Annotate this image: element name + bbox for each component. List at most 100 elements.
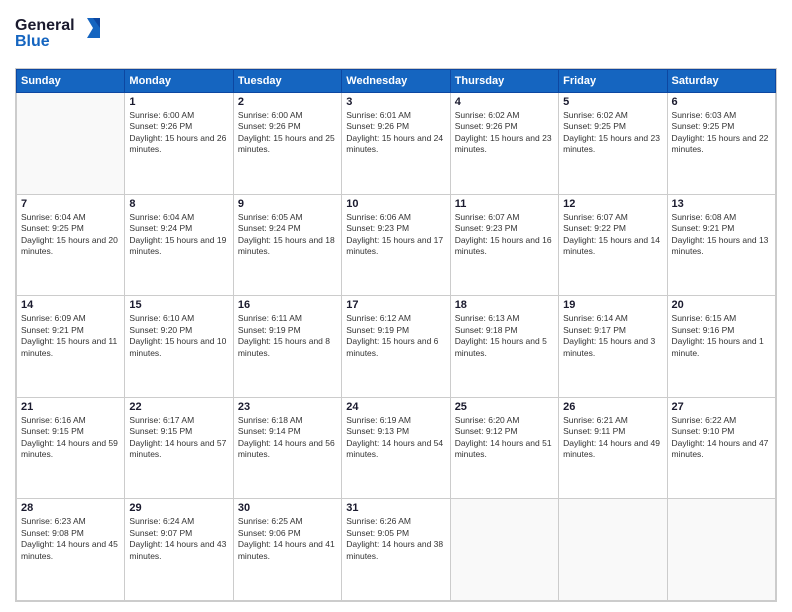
calendar-week-row: 21 Sunrise: 6:16 AMSunset: 9:15 PMDaylig…: [17, 397, 776, 499]
calendar-day: 7 Sunrise: 6:04 AMSunset: 9:25 PMDayligh…: [17, 194, 125, 296]
day-info: Sunrise: 6:11 AMSunset: 9:19 PMDaylight:…: [238, 313, 337, 359]
calendar-day: 25 Sunrise: 6:20 AMSunset: 9:12 PMDaylig…: [450, 397, 558, 499]
day-info: Sunrise: 6:07 AMSunset: 9:23 PMDaylight:…: [455, 212, 554, 258]
day-info: Sunrise: 6:25 AMSunset: 9:06 PMDaylight:…: [238, 516, 337, 562]
day-number: 3: [346, 96, 445, 108]
day-number: 1: [129, 96, 228, 108]
day-info: Sunrise: 6:24 AMSunset: 9:07 PMDaylight:…: [129, 516, 228, 562]
day-info: Sunrise: 6:00 AMSunset: 9:26 PMDaylight:…: [238, 110, 337, 156]
day-number: 13: [672, 198, 771, 210]
header-monday: Monday: [125, 70, 233, 93]
day-info: Sunrise: 6:22 AMSunset: 9:10 PMDaylight:…: [672, 415, 771, 461]
calendar-day: 1 Sunrise: 6:00 AMSunset: 9:26 PMDayligh…: [125, 93, 233, 195]
day-number: 2: [238, 96, 337, 108]
calendar-day: 18 Sunrise: 6:13 AMSunset: 9:18 PMDaylig…: [450, 296, 558, 398]
day-number: 22: [129, 401, 228, 413]
day-number: 15: [129, 299, 228, 311]
day-info: Sunrise: 6:20 AMSunset: 9:12 PMDaylight:…: [455, 415, 554, 461]
day-number: 5: [563, 96, 662, 108]
calendar-empty: [450, 499, 558, 601]
weekday-header-row: Sunday Monday Tuesday Wednesday Thursday…: [17, 70, 776, 93]
calendar-day: 26 Sunrise: 6:21 AMSunset: 9:11 PMDaylig…: [559, 397, 667, 499]
day-info: Sunrise: 6:19 AMSunset: 9:13 PMDaylight:…: [346, 415, 445, 461]
calendar-day: 3 Sunrise: 6:01 AMSunset: 9:26 PMDayligh…: [342, 93, 450, 195]
calendar-empty: [559, 499, 667, 601]
calendar-day: 28 Sunrise: 6:23 AMSunset: 9:08 PMDaylig…: [17, 499, 125, 601]
header: General Blue: [15, 10, 777, 60]
day-info: Sunrise: 6:04 AMSunset: 9:24 PMDaylight:…: [129, 212, 228, 258]
day-number: 21: [21, 401, 120, 413]
calendar-day: 30 Sunrise: 6:25 AMSunset: 9:06 PMDaylig…: [233, 499, 341, 601]
day-number: 17: [346, 299, 445, 311]
calendar-week-row: 28 Sunrise: 6:23 AMSunset: 9:08 PMDaylig…: [17, 499, 776, 601]
header-tuesday: Tuesday: [233, 70, 341, 93]
svg-text:General: General: [15, 17, 75, 34]
calendar-day: 12 Sunrise: 6:07 AMSunset: 9:22 PMDaylig…: [559, 194, 667, 296]
day-number: 19: [563, 299, 662, 311]
day-info: Sunrise: 6:02 AMSunset: 9:26 PMDaylight:…: [455, 110, 554, 156]
day-number: 7: [21, 198, 120, 210]
calendar-empty: [17, 93, 125, 195]
day-number: 6: [672, 96, 771, 108]
calendar-week-row: 7 Sunrise: 6:04 AMSunset: 9:25 PMDayligh…: [17, 194, 776, 296]
calendar-day: 20 Sunrise: 6:15 AMSunset: 9:16 PMDaylig…: [667, 296, 775, 398]
day-info: Sunrise: 6:13 AMSunset: 9:18 PMDaylight:…: [455, 313, 554, 359]
day-number: 9: [238, 198, 337, 210]
header-thursday: Thursday: [450, 70, 558, 93]
calendar-day: 29 Sunrise: 6:24 AMSunset: 9:07 PMDaylig…: [125, 499, 233, 601]
day-number: 18: [455, 299, 554, 311]
calendar-day: 16 Sunrise: 6:11 AMSunset: 9:19 PMDaylig…: [233, 296, 341, 398]
svg-text:Blue: Blue: [15, 33, 50, 50]
day-info: Sunrise: 6:05 AMSunset: 9:24 PMDaylight:…: [238, 212, 337, 258]
header-sunday: Sunday: [17, 70, 125, 93]
day-info: Sunrise: 6:16 AMSunset: 9:15 PMDaylight:…: [21, 415, 120, 461]
calendar-day: 4 Sunrise: 6:02 AMSunset: 9:26 PMDayligh…: [450, 93, 558, 195]
day-number: 16: [238, 299, 337, 311]
day-info: Sunrise: 6:04 AMSunset: 9:25 PMDaylight:…: [21, 212, 120, 258]
day-number: 12: [563, 198, 662, 210]
day-info: Sunrise: 6:03 AMSunset: 9:25 PMDaylight:…: [672, 110, 771, 156]
calendar-empty: [667, 499, 775, 601]
logo-icon: General Blue: [15, 10, 105, 55]
calendar-day: 31 Sunrise: 6:26 AMSunset: 9:05 PMDaylig…: [342, 499, 450, 601]
day-info: Sunrise: 6:02 AMSunset: 9:25 PMDaylight:…: [563, 110, 662, 156]
day-number: 23: [238, 401, 337, 413]
calendar-day: 15 Sunrise: 6:10 AMSunset: 9:20 PMDaylig…: [125, 296, 233, 398]
calendar-day: 17 Sunrise: 6:12 AMSunset: 9:19 PMDaylig…: [342, 296, 450, 398]
day-info: Sunrise: 6:12 AMSunset: 9:19 PMDaylight:…: [346, 313, 445, 359]
day-info: Sunrise: 6:01 AMSunset: 9:26 PMDaylight:…: [346, 110, 445, 156]
calendar-day: 8 Sunrise: 6:04 AMSunset: 9:24 PMDayligh…: [125, 194, 233, 296]
day-number: 8: [129, 198, 228, 210]
calendar-day: 6 Sunrise: 6:03 AMSunset: 9:25 PMDayligh…: [667, 93, 775, 195]
calendar-day: 5 Sunrise: 6:02 AMSunset: 9:25 PMDayligh…: [559, 93, 667, 195]
day-info: Sunrise: 6:18 AMSunset: 9:14 PMDaylight:…: [238, 415, 337, 461]
day-number: 25: [455, 401, 554, 413]
calendar-day: 22 Sunrise: 6:17 AMSunset: 9:15 PMDaylig…: [125, 397, 233, 499]
day-info: Sunrise: 6:09 AMSunset: 9:21 PMDaylight:…: [21, 313, 120, 359]
day-info: Sunrise: 6:06 AMSunset: 9:23 PMDaylight:…: [346, 212, 445, 258]
calendar-day: 27 Sunrise: 6:22 AMSunset: 9:10 PMDaylig…: [667, 397, 775, 499]
calendar-day: 11 Sunrise: 6:07 AMSunset: 9:23 PMDaylig…: [450, 194, 558, 296]
day-info: Sunrise: 6:14 AMSunset: 9:17 PMDaylight:…: [563, 313, 662, 359]
day-info: Sunrise: 6:26 AMSunset: 9:05 PMDaylight:…: [346, 516, 445, 562]
calendar-day: 23 Sunrise: 6:18 AMSunset: 9:14 PMDaylig…: [233, 397, 341, 499]
day-number: 11: [455, 198, 554, 210]
day-info: Sunrise: 6:07 AMSunset: 9:22 PMDaylight:…: [563, 212, 662, 258]
calendar-week-row: 1 Sunrise: 6:00 AMSunset: 9:26 PMDayligh…: [17, 93, 776, 195]
calendar-day: 13 Sunrise: 6:08 AMSunset: 9:21 PMDaylig…: [667, 194, 775, 296]
calendar-day: 21 Sunrise: 6:16 AMSunset: 9:15 PMDaylig…: [17, 397, 125, 499]
day-info: Sunrise: 6:08 AMSunset: 9:21 PMDaylight:…: [672, 212, 771, 258]
calendar-day: 14 Sunrise: 6:09 AMSunset: 9:21 PMDaylig…: [17, 296, 125, 398]
calendar-week-row: 14 Sunrise: 6:09 AMSunset: 9:21 PMDaylig…: [17, 296, 776, 398]
day-number: 10: [346, 198, 445, 210]
day-number: 20: [672, 299, 771, 311]
calendar-day: 10 Sunrise: 6:06 AMSunset: 9:23 PMDaylig…: [342, 194, 450, 296]
day-number: 28: [21, 502, 120, 514]
header-friday: Friday: [559, 70, 667, 93]
calendar-day: 19 Sunrise: 6:14 AMSunset: 9:17 PMDaylig…: [559, 296, 667, 398]
day-info: Sunrise: 6:23 AMSunset: 9:08 PMDaylight:…: [21, 516, 120, 562]
day-info: Sunrise: 6:15 AMSunset: 9:16 PMDaylight:…: [672, 313, 771, 359]
day-number: 24: [346, 401, 445, 413]
day-number: 30: [238, 502, 337, 514]
day-number: 26: [563, 401, 662, 413]
